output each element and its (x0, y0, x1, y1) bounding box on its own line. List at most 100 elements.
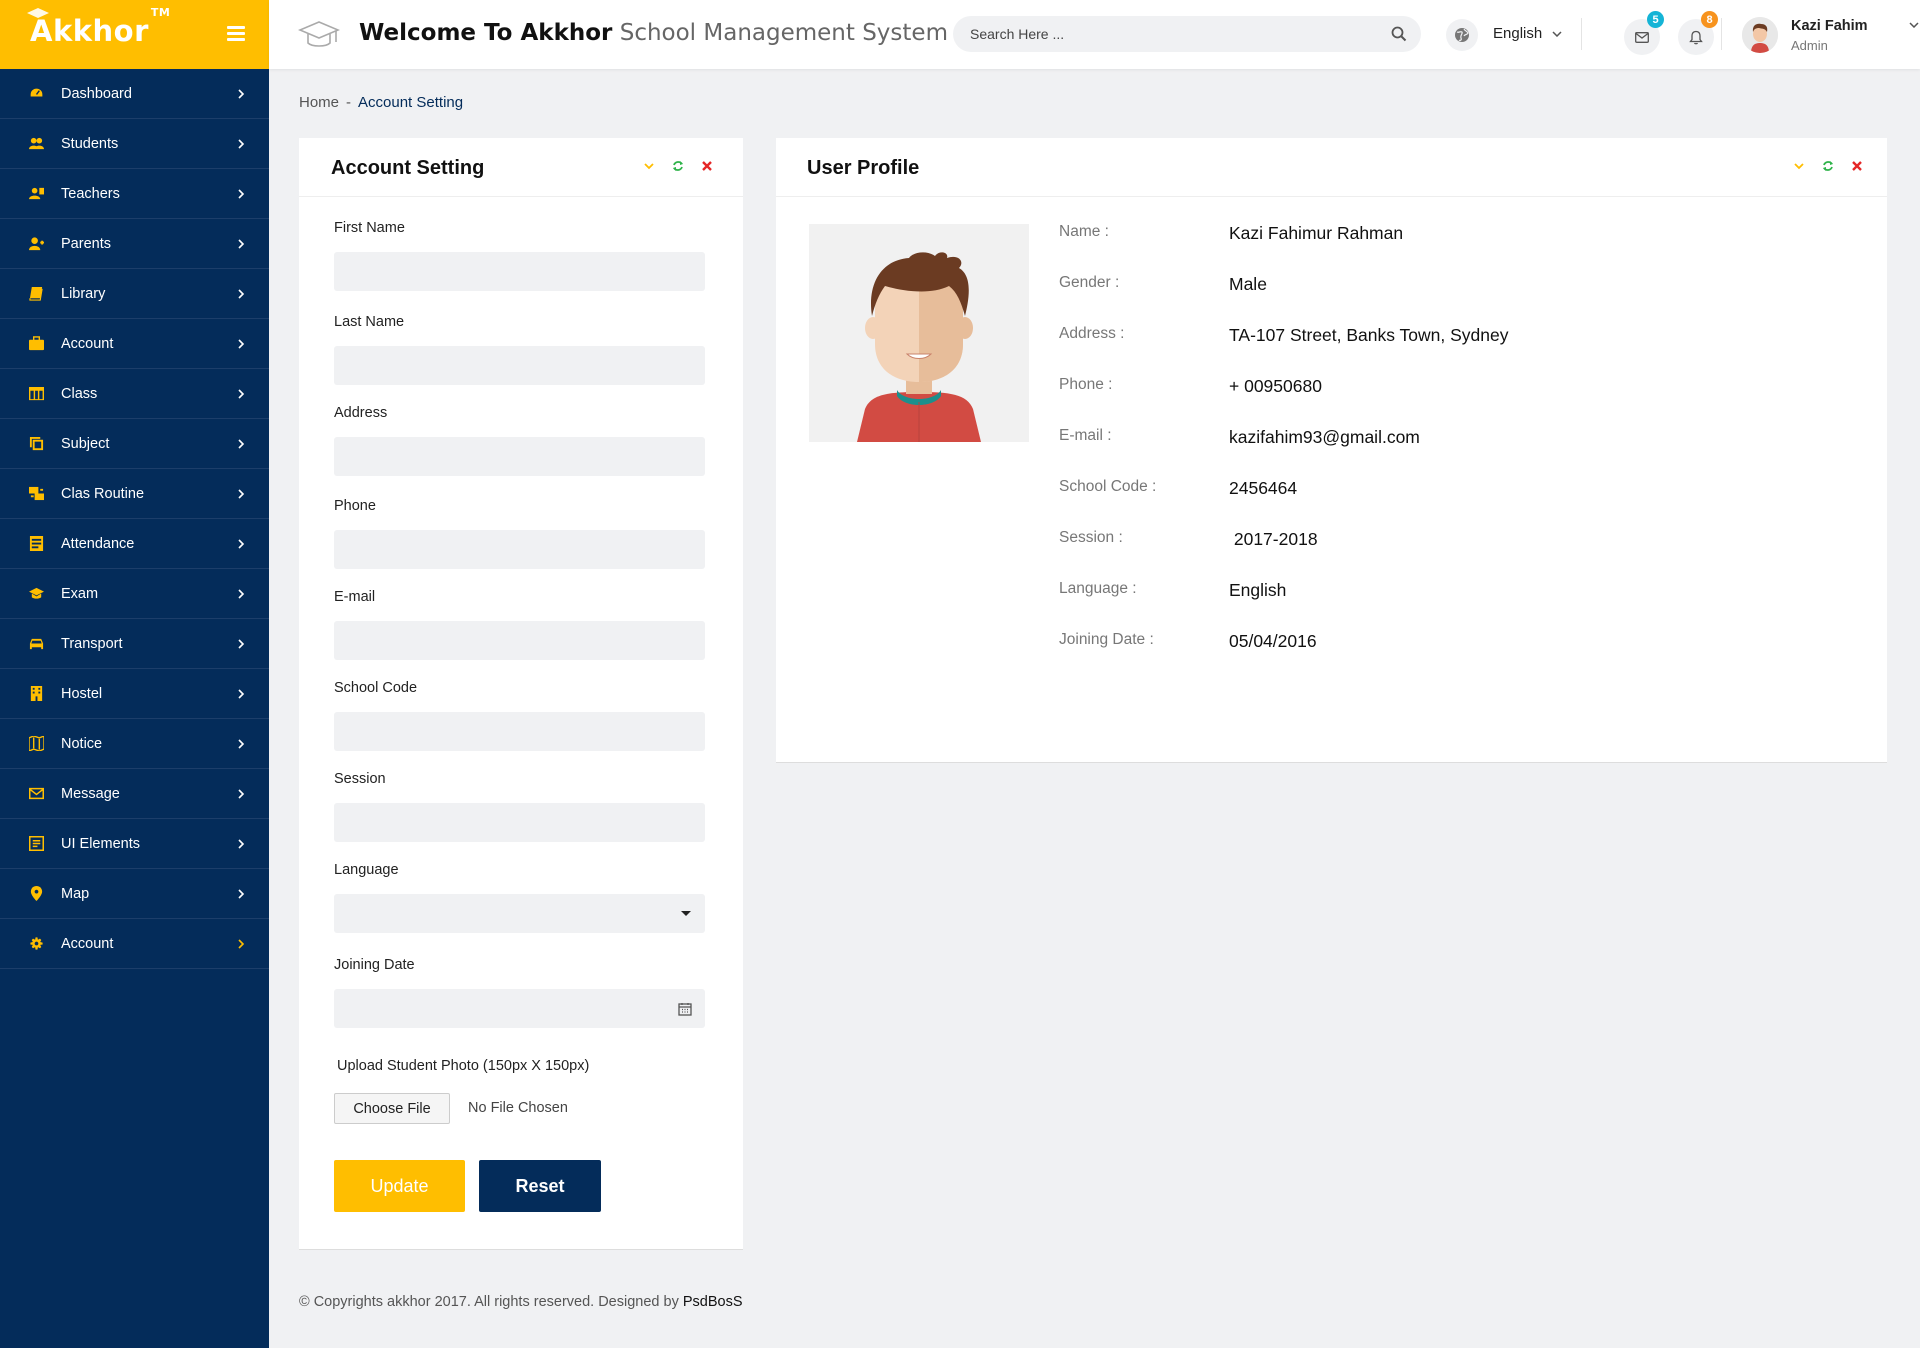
logo-bar: AkkhorTM (0, 0, 269, 69)
no-file-chosen-text: No File Chosen (468, 1100, 568, 1116)
sidebar-item-library[interactable]: Library (0, 269, 269, 319)
profile-school-code-value: 2456464 (1229, 478, 1298, 498)
profile-language-label: Language : (1059, 580, 1137, 597)
sidebar-item-subject[interactable]: Subject (0, 419, 269, 469)
joining-date-field[interactable] (334, 989, 705, 1028)
sidebar-item-parents[interactable]: Parents (0, 219, 269, 269)
panel-controls (643, 160, 713, 172)
address-field[interactable] (334, 437, 705, 476)
profile-phone-label: Phone : (1059, 376, 1113, 393)
globe-icon[interactable] (1446, 19, 1478, 51)
sidebar-item-label: Exam (61, 585, 99, 602)
map-icon (28, 736, 44, 752)
sidebar-item-message[interactable]: Message (0, 769, 269, 819)
sidebar-item-attendance[interactable]: Attendance (0, 519, 269, 569)
chevron-right-icon (237, 137, 245, 149)
ui-icon (28, 836, 44, 852)
graduation-cap-icon (298, 21, 340, 47)
session-field[interactable] (334, 803, 705, 842)
sidebar-item-account[interactable]: Account (0, 919, 269, 969)
email-field[interactable] (334, 621, 705, 660)
phone-label: Phone (334, 498, 376, 514)
sidebar-item-label: Message (61, 785, 120, 802)
chevron-right-icon (237, 587, 245, 599)
sidebar-item-label: Attendance (61, 535, 135, 552)
sidebar-item-ui-elements[interactable]: UI Elements (0, 819, 269, 869)
panel-title: Account Setting (331, 157, 485, 179)
students-icon (28, 136, 44, 152)
sidebar-item-hostel[interactable]: Hostel (0, 669, 269, 719)
calendar-icon[interactable] (678, 1002, 692, 1016)
chevron-right-icon (237, 737, 245, 749)
hamburger-menu-icon[interactable] (227, 26, 245, 42)
sidebar-item-label: Dashboard (61, 85, 132, 102)
sidebar-item-students[interactable]: Students (0, 119, 269, 169)
profile-address-value: TA-107 Street, Banks Town, Sydney (1229, 325, 1509, 345)
user-name[interactable]: Kazi Fahim (1791, 18, 1868, 34)
last-name-field[interactable] (334, 346, 705, 385)
divider (299, 196, 743, 197)
avatar[interactable] (1742, 17, 1778, 53)
breadcrumb-home[interactable]: Home (299, 94, 339, 111)
sidebar-item-dashboard[interactable]: Dashboard (0, 69, 269, 119)
routine-icon (28, 486, 44, 502)
choose-file-button[interactable]: Choose File (334, 1093, 450, 1124)
attendance-icon (28, 536, 44, 552)
logo[interactable]: AkkhorTM (27, 6, 170, 48)
update-button[interactable]: Update (334, 1160, 465, 1212)
sidebar-item-clas-routine[interactable]: Clas Routine (0, 469, 269, 519)
school-code-field[interactable] (334, 712, 705, 751)
address-label: Address (334, 405, 388, 421)
breadcrumb-separator: - (346, 94, 352, 111)
close-icon[interactable] (1851, 160, 1863, 172)
page-header-title: Welcome To Akkhor School Management Syst… (359, 20, 948, 46)
profile-address-label: Address : (1059, 325, 1125, 342)
profile-gender-label: Gender : (1059, 274, 1120, 291)
chevron-down-icon[interactable] (1909, 22, 1919, 28)
close-icon[interactable] (701, 160, 713, 172)
search-icon[interactable] (1391, 26, 1407, 42)
first-name-field[interactable] (334, 252, 705, 291)
chevron-right-icon (237, 687, 245, 699)
reset-button[interactable]: Reset (479, 1160, 601, 1212)
search-input[interactable] (953, 16, 1373, 52)
collapse-chevron-icon[interactable] (643, 160, 655, 172)
language-label: English (1493, 25, 1543, 42)
collapse-chevron-icon[interactable] (1793, 160, 1805, 172)
sidebar-item-class[interactable]: Class (0, 369, 269, 419)
chevron-right-icon (237, 287, 245, 299)
header-title-bold: Welcome To Akkhor (359, 20, 613, 46)
dashboard-icon (28, 86, 44, 102)
messages-button[interactable]: 5 (1624, 11, 1664, 55)
sidebar-item-label: Hostel (61, 685, 103, 702)
sidebar-item-transport[interactable]: Transport (0, 619, 269, 669)
logo-tm: TM (150, 6, 171, 20)
footer-designer-link[interactable]: PsdBosS (683, 1294, 743, 1310)
refresh-icon[interactable] (672, 160, 684, 172)
panel-controls (1793, 160, 1863, 172)
language-selector[interactable]: English (1493, 25, 1562, 42)
profile-phone-value: + 00950680 (1229, 376, 1322, 396)
refresh-icon[interactable] (1822, 160, 1834, 172)
chevron-right-icon (237, 437, 245, 449)
sidebar-item-map[interactable]: Map (0, 869, 269, 919)
sidebar-item-label: Teachers (61, 185, 120, 202)
chevron-right-icon (237, 637, 245, 649)
phone-field[interactable] (334, 530, 705, 569)
sidebar-item-notice[interactable]: Notice (0, 719, 269, 769)
gear-icon (28, 936, 44, 952)
envelope-icon (1635, 31, 1649, 43)
footer-text: © Copyrights akkhor 2017. All rights res… (299, 1294, 683, 1310)
upload-label-size: (150px X 150px) (482, 1058, 590, 1074)
sidebar-item-teachers[interactable]: Teachers (0, 169, 269, 219)
sidebar-item-account[interactable]: Account (0, 319, 269, 369)
language-select[interactable] (334, 894, 705, 933)
parents-icon (28, 236, 44, 252)
copy-icon (28, 436, 44, 452)
sidebar-item-label: Subject (61, 435, 110, 452)
chevron-right-icon (237, 937, 245, 949)
chevron-down-icon (1552, 30, 1562, 37)
notifications-button[interactable]: 8 (1678, 11, 1718, 55)
sidebar-item-exam[interactable]: Exam (0, 569, 269, 619)
user-role: Admin (1791, 38, 1828, 53)
